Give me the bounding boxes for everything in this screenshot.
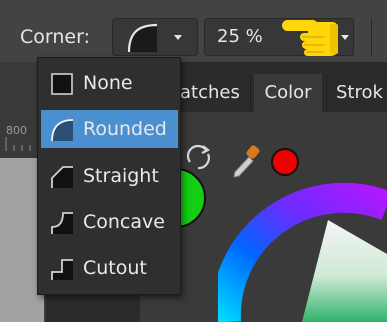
menu-item-label: Concave	[83, 211, 165, 233]
context-toolbar: Corner: 25 %	[0, 0, 387, 63]
corner-label: Corner:	[20, 26, 90, 48]
corner-type-menu: None Rounded Straight Concave Cutout	[37, 57, 181, 295]
rounded-corner-icon	[51, 119, 74, 142]
tab-stroke[interactable]: Strok	[336, 74, 383, 112]
menu-item-label: Straight	[83, 165, 159, 187]
menu-item-concave[interactable]: Concave	[41, 203, 178, 241]
chevron-down-icon	[174, 35, 182, 40]
straight-corner-icon	[51, 166, 73, 188]
menu-item-label: None	[83, 72, 133, 94]
menu-item-none[interactable]: None	[41, 64, 178, 102]
menu-item-label: Rounded	[83, 118, 167, 140]
tab-divider	[250, 76, 251, 110]
eyedropper-icon[interactable]	[229, 144, 263, 180]
app-window: Corner: 25 % 800 atches Color Strok None…	[0, 0, 387, 322]
toolbar-divider	[371, 18, 372, 56]
menu-item-label: Cutout	[83, 257, 147, 279]
color-wheel[interactable]	[218, 182, 387, 322]
menu-item-straight[interactable]: Straight	[41, 157, 178, 195]
ruler-tick-label: 800	[6, 124, 27, 137]
rounded-corner-icon	[127, 23, 158, 53]
cutout-corner-icon	[51, 259, 73, 280]
tab-color[interactable]: Color	[254, 74, 322, 112]
corner-type-dropdown[interactable]	[112, 18, 198, 56]
tab-divider	[326, 76, 327, 110]
swap-colors-icon[interactable]	[184, 142, 214, 172]
tab-swatches[interactable]: atches	[180, 74, 240, 112]
concave-corner-icon	[51, 212, 73, 234]
none-corner-icon	[51, 73, 73, 95]
chevron-down-icon	[341, 35, 349, 40]
menu-item-rounded[interactable]: Rounded	[41, 110, 178, 148]
zoom-value: 25 %	[217, 26, 263, 47]
menu-item-cutout[interactable]: Cutout	[41, 249, 178, 287]
stroke-color-swatch[interactable]	[271, 148, 299, 176]
pointing-hand-icon	[282, 20, 338, 56]
